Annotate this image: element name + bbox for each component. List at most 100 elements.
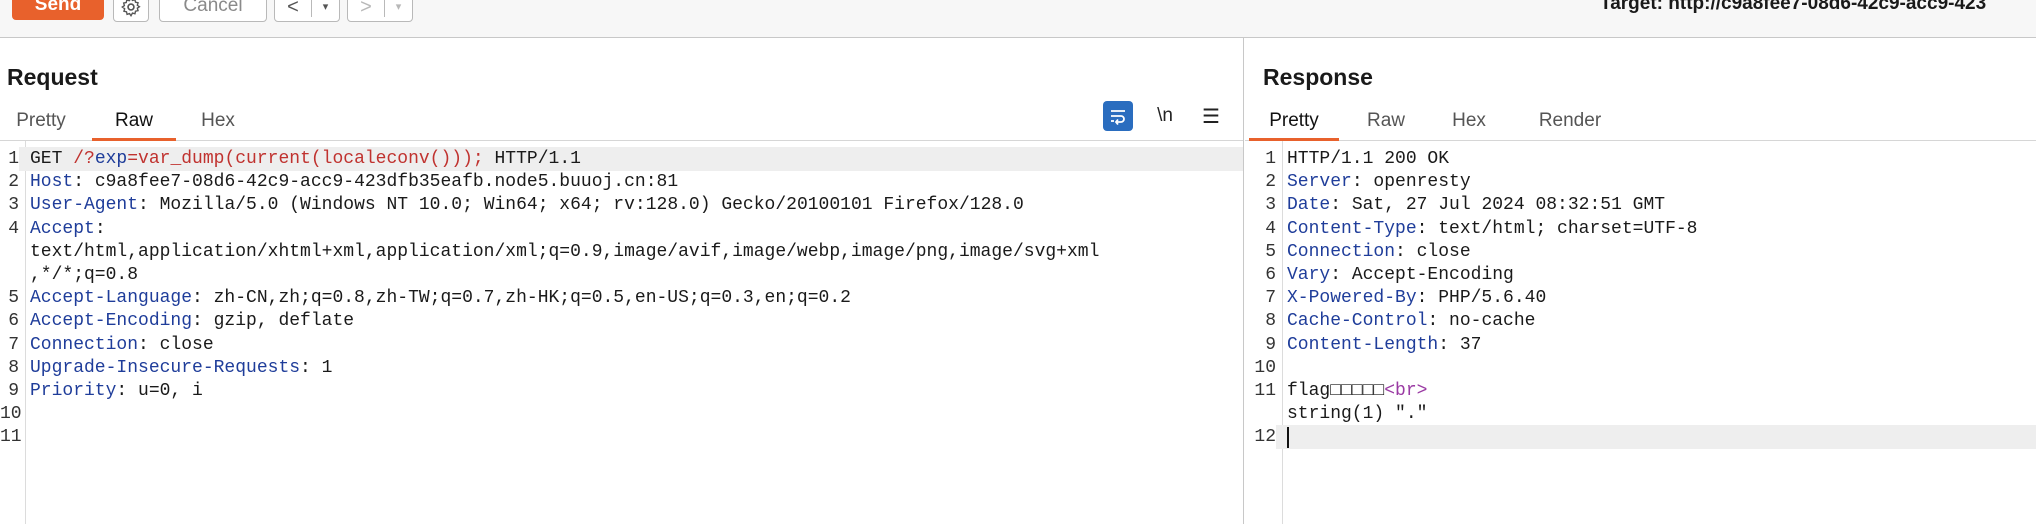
header-name: User-Agent <box>30 195 139 216</box>
tab-hex[interactable]: Hex <box>190 104 246 138</box>
code-line[interactable]: ,*/*;q=0.8 <box>0 263 1243 287</box>
line-number: 5 <box>8 288 19 309</box>
token: : 1 <box>300 357 333 378</box>
menu-icon[interactable]: ☰ <box>1196 101 1226 131</box>
line-number: 4 <box>1265 218 1276 239</box>
header-name: Date <box>1287 195 1331 216</box>
token: : zh-CN,zh;q=0.8,zh-TW;q=0.7,zh-HK;q=0.5… <box>192 288 851 309</box>
token: : 37 <box>1438 334 1482 355</box>
line-text: Upgrade-Insecure-Requests: 1 <box>30 356 332 380</box>
line-text: X-Powered-By: PHP/5.6.40 <box>1287 286 1546 310</box>
gear-icon <box>121 0 141 18</box>
code-line[interactable]: 9 Content-Length: 37 <box>1245 333 2036 357</box>
line-text: Vary: Accept-Encoding <box>1287 263 1514 287</box>
code-line[interactable]: 11 <box>0 425 1243 449</box>
line-text: Priority: u=0, i <box>30 379 203 403</box>
token: : close <box>138 334 214 355</box>
toolbar: Send Cancel < ▾ > ▾ Target: http://c9a8f… <box>0 0 2036 38</box>
token: GET <box>30 149 74 169</box>
line-number: 3 <box>1265 195 1276 216</box>
code-line[interactable]: 10 <box>1245 356 2036 380</box>
chevron-down-icon[interactable]: ▾ <box>312 0 339 20</box>
code-line[interactable]: 7 X-Powered-By: PHP/5.6.40 <box>1245 286 2036 310</box>
line-number: 11 <box>1254 381 1276 401</box>
line-text: Accept: <box>30 217 106 241</box>
line-number: 1 <box>0 147 19 171</box>
code-line[interactable]: 11 flag□□□□□<br> <box>1245 379 2036 403</box>
history-back-button[interactable]: < ▾ <box>274 0 340 22</box>
newline-toggle-icon[interactable]: \n <box>1150 101 1180 131</box>
history-forward-button[interactable]: > ▾ <box>347 0 413 22</box>
code-line[interactable]: 2 Server: openresty <box>1245 170 2036 194</box>
code-line[interactable]: 3 User-Agent: Mozilla/5.0 (Windows NT 10.… <box>0 193 1243 217</box>
token: <br> <box>1384 381 1428 401</box>
code-line[interactable]: 3 Date: Sat, 27 Jul 2024 08:32:51 GMT <box>1245 193 2036 217</box>
code-line[interactable]: 1 HTTP/1.1 200 OK <box>1245 147 2036 171</box>
tab-raw[interactable]: Raw <box>1363 104 1409 138</box>
line-number: 12 <box>1245 425 1276 450</box>
header-name: exp <box>94 149 128 169</box>
token: flag□□□□□ <box>1287 381 1385 401</box>
response-tabs: Pretty Raw Hex Render <box>1245 104 2036 141</box>
line-text: string(1) "." <box>1287 402 1427 426</box>
wrap-lines-icon[interactable] <box>1103 101 1133 131</box>
line-number: 5 <box>1265 241 1276 262</box>
settings-button[interactable] <box>113 0 149 22</box>
tab-raw[interactable]: Raw <box>92 104 176 141</box>
header-name: Content-Length <box>1287 334 1439 355</box>
line-number: 7 <box>8 334 19 355</box>
tab-pretty[interactable]: Pretty <box>1249 104 1339 141</box>
send-button[interactable]: Send <box>12 0 104 20</box>
header-name: Content-Type <box>1287 218 1417 239</box>
code-line[interactable]: 6 Vary: Accept-Encoding <box>1245 263 2036 287</box>
token: string(1) "." <box>1287 404 1428 425</box>
request-tabs: Pretty Raw Hex <box>0 104 1243 141</box>
code-line[interactable]: 4 Content-Type: text/html; charset=UTF-8 <box>1245 217 2036 241</box>
token: : openresty <box>1351 172 1471 193</box>
tab-hex[interactable]: Hex <box>1445 104 1493 138</box>
line-text: Cache-Control: no-cache <box>1287 309 1535 333</box>
code-line[interactable]: 5 Accept-Language: zh-CN,zh;q=0.8,zh-TW;q… <box>0 286 1243 310</box>
header-name: Priority <box>30 381 117 401</box>
code-line[interactable]: 2 Host: c9a8fee7-08d6-42c9-acc9-423dfb35e… <box>0 170 1243 194</box>
token: : close <box>1395 241 1471 262</box>
token: =var_dump(current(localeconv())); <box>127 149 484 169</box>
token: : u=0, i <box>116 381 203 401</box>
code-line[interactable]: 4 Accept: <box>0 217 1243 241</box>
token: : c9a8fee7-08d6-42c9-acc9-423dfb35eafb.n… <box>73 172 679 193</box>
request-editor[interactable]: 1 GET /?exp=var_dump(current(localeconv()… <box>0 141 1243 524</box>
code-line[interactable]: 9 Priority: u=0, i <box>0 379 1243 403</box>
code-line[interactable]: 10 <box>0 402 1243 426</box>
code-line[interactable]: string(1) "." <box>1245 402 2036 426</box>
code-line[interactable]: text/html,application/xhtml+xml,applicat… <box>0 240 1243 264</box>
line-number: 2 <box>1265 172 1276 193</box>
line-text: text/html,application/xhtml+xml,applicat… <box>30 240 1099 264</box>
code-line[interactable]: 6 Accept-Encoding: gzip, deflate <box>0 309 1243 333</box>
line-text: HTTP/1.1 200 OK <box>1287 147 1449 171</box>
target-label[interactable]: Target: http://c9a8fee7-08d6-42c9-acc9-4… <box>1600 0 1986 15</box>
line-number: 11 <box>0 427 22 448</box>
tab-render[interactable]: Render <box>1529 104 1611 138</box>
code-line[interactable]: 1 GET /?exp=var_dump(current(localeconv()… <box>0 147 1243 171</box>
header-name: Upgrade-Insecure-Requests <box>30 357 301 378</box>
line-number: 9 <box>1265 334 1276 355</box>
code-line[interactable]: 7 Connection: close <box>0 333 1243 357</box>
code-line[interactable]: 8 Cache-Control: no-cache <box>1245 309 2036 333</box>
line-number: 10 <box>1254 357 1276 378</box>
line-number: 6 <box>1265 265 1276 285</box>
line-text: Connection: close <box>30 333 214 357</box>
token: HTTP/1.1 200 OK <box>1287 149 1450 169</box>
header-name: Vary <box>1287 265 1331 285</box>
response-editor[interactable]: 1 HTTP/1.1 200 OK 2 Server: openresty 3 Date:… <box>1245 141 2036 524</box>
cancel-button[interactable]: Cancel <box>159 0 267 22</box>
text-cursor <box>1287 427 1289 449</box>
chevron-down-icon[interactable]: ▾ <box>385 0 412 20</box>
tab-pretty[interactable]: Pretty <box>8 104 74 138</box>
line-number: 3 <box>8 195 19 216</box>
code-line[interactable]: 12 <box>1245 425 2036 450</box>
request-pane: Request Pretty Raw Hex \n ☰ 1 GET /?exp=v… <box>0 38 1244 524</box>
token: ,*/*;q=0.8 <box>30 265 139 285</box>
code-line[interactable]: 5 Connection: close <box>1245 240 2036 264</box>
header-name: Accept-Encoding <box>30 311 193 332</box>
code-line[interactable]: 8 Upgrade-Insecure-Requests: 1 <box>0 356 1243 380</box>
